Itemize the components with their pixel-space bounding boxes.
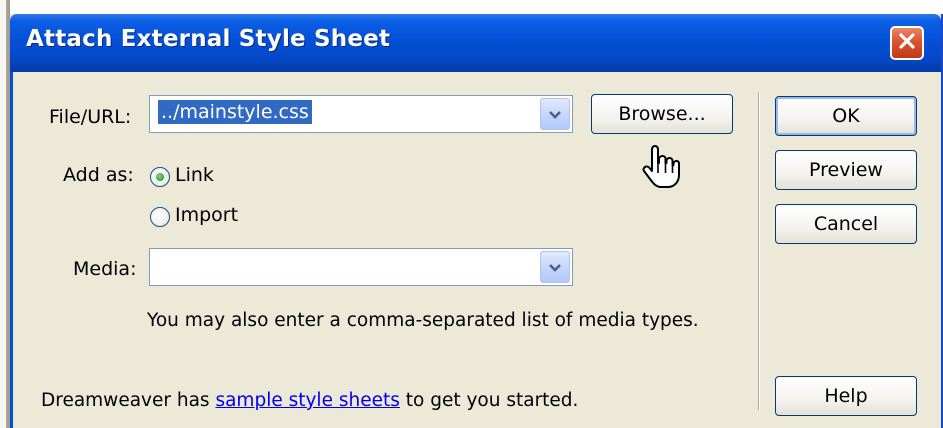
background-window-edge — [0, 0, 10, 428]
radio-selected-dot — [156, 173, 164, 181]
media-hint-text: You may also enter a comma-separated lis… — [147, 310, 699, 331]
cancel-button-label: Cancel — [813, 213, 879, 235]
hand-pointer-icon — [641, 143, 681, 191]
chevron-down-icon — [548, 258, 562, 277]
add-as-label: Add as: — [63, 164, 134, 186]
footer-suffix: to get you started. — [405, 390, 579, 411]
ok-button[interactable]: OK — [775, 96, 917, 136]
browse-button-label: Browse... — [618, 103, 706, 125]
radio-import[interactable] — [150, 207, 170, 227]
close-icon — [897, 31, 917, 55]
media-label: Media: — [73, 258, 137, 280]
file-url-label: File/URL: — [49, 106, 132, 128]
chevron-down-icon — [548, 105, 562, 124]
radio-import-label[interactable]: Import — [175, 204, 238, 226]
browse-button[interactable]: Browse... — [591, 94, 733, 134]
dialog-title: Attach External Style Sheet — [26, 26, 391, 52]
ok-button-label: OK — [832, 105, 860, 127]
media-combobox[interactable] — [149, 248, 573, 286]
vertical-divider — [758, 92, 760, 410]
preview-button-label: Preview — [809, 159, 883, 181]
help-button-label: Help — [824, 385, 868, 407]
sample-style-sheets-link[interactable]: sample style sheets — [215, 390, 399, 411]
footer-prefix: Dreamweaver has — [41, 390, 210, 411]
preview-button[interactable]: Preview — [775, 150, 917, 190]
cancel-button[interactable]: Cancel — [775, 204, 917, 244]
close-button[interactable] — [890, 26, 924, 60]
radio-link-label[interactable]: Link — [175, 164, 214, 186]
media-dropdown-button[interactable] — [540, 251, 570, 283]
attach-stylesheet-dialog: Attach External Style Sheet File/URL: ..… — [10, 14, 943, 428]
file-url-combobox[interactable]: ../mainstyle.css — [149, 95, 573, 133]
help-button[interactable]: Help — [775, 376, 917, 416]
dialog-titlebar[interactable]: Attach External Style Sheet — [10, 14, 941, 72]
dialog-body: File/URL: ../mainstyle.css Browse... Add… — [10, 72, 941, 428]
radio-link[interactable] — [150, 167, 170, 187]
file-url-value[interactable]: ../mainstyle.css — [158, 100, 312, 124]
file-url-dropdown-button[interactable] — [540, 98, 570, 130]
footer-text: Dreamweaver has sample style sheets to g… — [41, 390, 578, 411]
